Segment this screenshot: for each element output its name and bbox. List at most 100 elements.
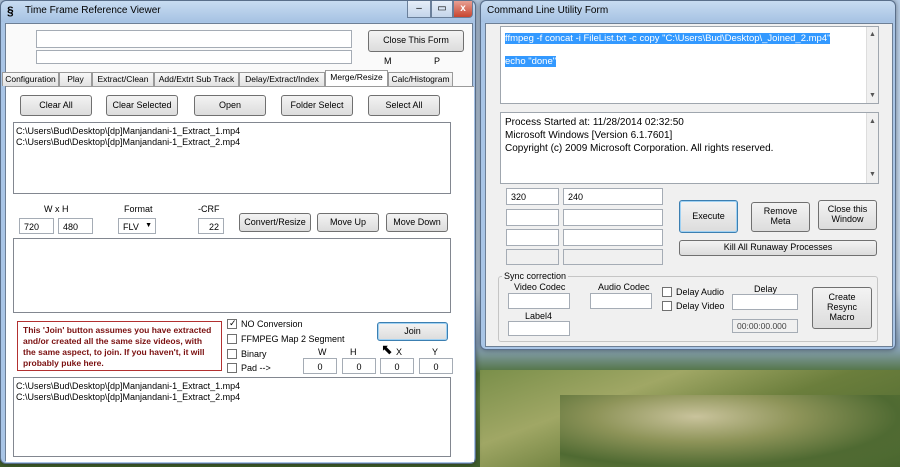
pad-h-input[interactable]: 0 <box>342 358 376 374</box>
left-window-title: Time Frame Reference Viewer <box>25 5 161 16</box>
pad-checkbox[interactable] <box>227 363 237 373</box>
y-label: Y <box>432 347 439 357</box>
extra-input-2b[interactable] <box>563 229 663 246</box>
m-label: M <box>384 56 392 66</box>
close-form-button[interactable]: Close This Form <box>368 30 464 52</box>
label4-input[interactable] <box>508 321 570 336</box>
open-button[interactable]: Open <box>194 95 266 116</box>
right-height-input[interactable]: 240 <box>563 188 663 205</box>
right-client-area: ffmpeg -f concat -i FileList.txt -c copy… <box>485 23 893 347</box>
crf-label: -CRF <box>198 204 220 214</box>
remove-meta-button[interactable]: Remove Meta <box>751 202 810 232</box>
tab-delay-extract-index[interactable]: Delay/Extract/Index <box>239 72 325 86</box>
process-output-box[interactable]: Process Started at: 11/28/2014 02:32:50 … <box>500 112 879 184</box>
extra-input-3a <box>506 249 559 265</box>
sync-correction-label: Sync correction <box>502 271 569 281</box>
command-line-1: ffmpeg -f concat -i FileList.txt -c copy… <box>505 33 831 44</box>
merge-resize-panel: Clear All Clear Selected Open Folder Sel… <box>6 87 474 462</box>
join-file-list[interactable]: C:\Users\Bud\Desktop\[dp]Manjandani-1_Ex… <box>13 377 451 457</box>
right-titlebar[interactable]: Command Line Utility Form <box>481 1 895 22</box>
pad-label: Pad --> <box>241 363 271 373</box>
time-frame-window: § Time Frame Reference Viewer – ▭ x Clos… <box>0 0 476 464</box>
delay-video-label: Delay Video <box>676 301 725 311</box>
delay-video-checkbox[interactable] <box>662 301 672 311</box>
delay-label: Delay <box>754 284 778 294</box>
execute-button[interactable]: Execute <box>679 200 738 233</box>
label4: Label4 <box>525 311 553 321</box>
top-input-2[interactable] <box>36 50 352 64</box>
tab-strip: Configuration Play Extract/Clean Add/Ext… <box>2 70 474 87</box>
format-label: Format <box>124 204 153 214</box>
format-select[interactable]: FLV ▼ <box>118 218 156 234</box>
resize-output-list[interactable] <box>13 238 451 313</box>
list-item[interactable]: C:\Users\Bud\Desktop\[dp]Manjandani-1_Ex… <box>16 126 448 137</box>
top-input-1[interactable] <box>36 30 352 48</box>
ffmpeg-map-checkbox[interactable] <box>227 334 237 344</box>
list-item[interactable]: C:\Users\Bud\Desktop\[dp]Manjandani-1_Ex… <box>16 381 448 392</box>
pad-x-input[interactable]: 0 <box>380 358 414 374</box>
output-line: Copyright (c) 2009 Microsoft Corporation… <box>505 143 774 154</box>
binary-checkbox[interactable] <box>227 349 237 359</box>
join-button[interactable]: Join <box>377 322 448 341</box>
pad-w-input[interactable]: 0 <box>303 358 337 374</box>
command-line-2: echo "done" <box>505 56 557 67</box>
right-width-input[interactable]: 320 <box>506 188 559 205</box>
tab-configuration[interactable]: Configuration <box>2 72 59 86</box>
width-input[interactable]: 720 <box>19 218 54 234</box>
output-line: Process Started at: 11/28/2014 02:32:50 <box>505 117 684 128</box>
no-conversion-checkbox[interactable]: ✓ <box>227 318 237 329</box>
kill-processes-button[interactable]: Kill All Runaway Processes <box>679 240 877 256</box>
h-label: H <box>350 347 357 357</box>
binary-label: Binary <box>241 349 267 359</box>
delay-audio-checkbox[interactable] <box>662 287 672 297</box>
tab-play[interactable]: Play <box>59 72 92 86</box>
clear-selected-button[interactable]: Clear Selected <box>106 95 178 116</box>
output-line: Microsoft Windows [Version 6.1.7601] <box>505 130 673 141</box>
close-icon[interactable]: x <box>453 1 473 18</box>
list-item[interactable]: C:\Users\Bud\Desktop\[dp]Manjandani-1_Ex… <box>16 137 448 148</box>
pad-y-input[interactable]: 0 <box>419 358 453 374</box>
video-codec-input[interactable] <box>508 293 570 309</box>
create-resync-macro-button[interactable]: Create Resync Macro <box>812 287 872 329</box>
close-window-button[interactable]: Close this Window <box>818 200 877 230</box>
maximize-icon[interactable]: ▭ <box>431 1 453 18</box>
join-warning-note: This 'Join' button assumes you have extr… <box>17 321 222 371</box>
ffmpeg-map-label: FFMPEG Map 2 Segment <box>241 334 345 344</box>
extra-input-2a[interactable] <box>506 229 559 246</box>
crf-input[interactable]: 22 <box>198 218 224 234</box>
source-file-list[interactable]: C:\Users\Bud\Desktop\[dp]Manjandani-1_Ex… <box>13 122 451 194</box>
extra-input-1a[interactable] <box>506 209 559 226</box>
command-scrollbar[interactable]: ▲ ▼ <box>866 27 878 103</box>
height-input[interactable]: 480 <box>58 218 93 234</box>
no-conversion-label: NO Conversion <box>241 319 303 329</box>
mouse-cursor-icon: ⬉ <box>381 341 393 357</box>
check-icon: ✓ <box>229 318 237 328</box>
command-line-window: Command Line Utility Form ffmpeg -f conc… <box>480 0 896 350</box>
command-input-box[interactable]: ffmpeg -f concat -i FileList.txt -c copy… <box>500 26 879 104</box>
output-scrollbar[interactable]: ▲ ▼ <box>866 113 878 183</box>
video-codec-label: Video Codec <box>514 282 566 292</box>
list-item[interactable]: C:\Users\Bud\Desktop\[dp]Manjandani-1_Ex… <box>16 392 448 403</box>
delay-input[interactable] <box>732 294 798 310</box>
left-titlebar[interactable]: § Time Frame Reference Viewer – ▭ x <box>1 1 475 22</box>
folder-select-button[interactable]: Folder Select <box>281 95 353 116</box>
extra-input-1b[interactable] <box>563 209 663 226</box>
minimize-icon[interactable]: – <box>407 1 431 18</box>
app-icon: § <box>7 4 14 18</box>
wxh-label: W x H <box>44 204 69 214</box>
tab-calc-histogram[interactable]: Calc/Histogram <box>388 72 453 86</box>
tab-add-extrt-sub-track[interactable]: Add/Extrt Sub Track <box>154 72 239 86</box>
tab-extract-clean[interactable]: Extract/Clean <box>92 72 154 86</box>
audio-codec-input[interactable] <box>590 293 652 309</box>
landscape-valley <box>560 395 900 467</box>
clear-all-button[interactable]: Clear All <box>20 95 92 116</box>
w-label: W <box>318 347 327 357</box>
delay-audio-label: Delay Audio <box>676 287 725 297</box>
tab-merge-resize[interactable]: Merge/Resize <box>325 70 388 86</box>
chevron-down-icon: ▼ <box>145 222 152 229</box>
select-all-button[interactable]: Select All <box>368 95 440 116</box>
convert-resize-button[interactable]: Convert/Resize <box>239 213 311 232</box>
move-down-button[interactable]: Move Down <box>386 213 448 232</box>
move-up-button[interactable]: Move Up <box>317 213 379 232</box>
left-client-area: Close This Form M P Configuration Play E… <box>2 23 474 462</box>
